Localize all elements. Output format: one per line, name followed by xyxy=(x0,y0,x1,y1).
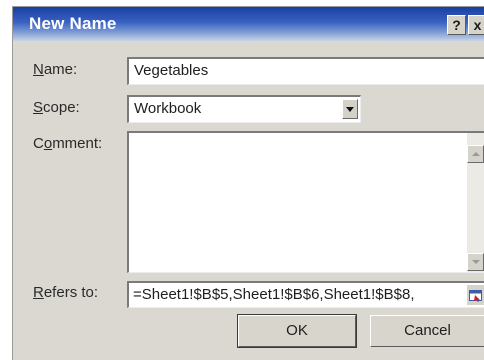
range-select-icon xyxy=(469,290,482,302)
scope-select[interactable]: Workbook xyxy=(127,95,361,123)
new-name-dialog: New Name ? x Name: Vegetables Scope: Wor… xyxy=(12,6,484,360)
title-bar[interactable]: New Name ? x xyxy=(13,7,484,41)
comment-label: Comment: xyxy=(33,135,103,152)
ok-button[interactable]: OK xyxy=(237,314,357,348)
refers-to-input[interactable]: =Sheet1!$B$5,Sheet1!$B$6,Sheet1!$B$8, xyxy=(127,281,484,308)
help-button[interactable]: ? xyxy=(447,15,466,35)
name-label: Name: xyxy=(33,61,78,78)
close-button[interactable]: x xyxy=(468,15,484,35)
collapse-dialog-button[interactable] xyxy=(466,285,484,305)
name-input[interactable]: Vegetables xyxy=(127,57,484,85)
dialog-title: New Name xyxy=(29,14,117,33)
comment-textarea[interactable] xyxy=(127,131,484,273)
refers-to-value: =Sheet1!$B$5,Sheet1!$B$6,Sheet1!$B$8, xyxy=(133,286,415,303)
cancel-button[interactable]: Cancel xyxy=(370,315,484,347)
refers-to-label: Refers to: xyxy=(33,284,99,301)
scope-label: Scope: xyxy=(33,99,80,116)
scope-selected-value: Workbook xyxy=(134,100,202,117)
scroll-up-arrow-icon[interactable] xyxy=(467,145,484,163)
comment-scrollbar[interactable] xyxy=(467,133,484,272)
scroll-down-arrow-icon[interactable] xyxy=(467,253,484,271)
scope-dropdown-button[interactable] xyxy=(342,99,358,119)
